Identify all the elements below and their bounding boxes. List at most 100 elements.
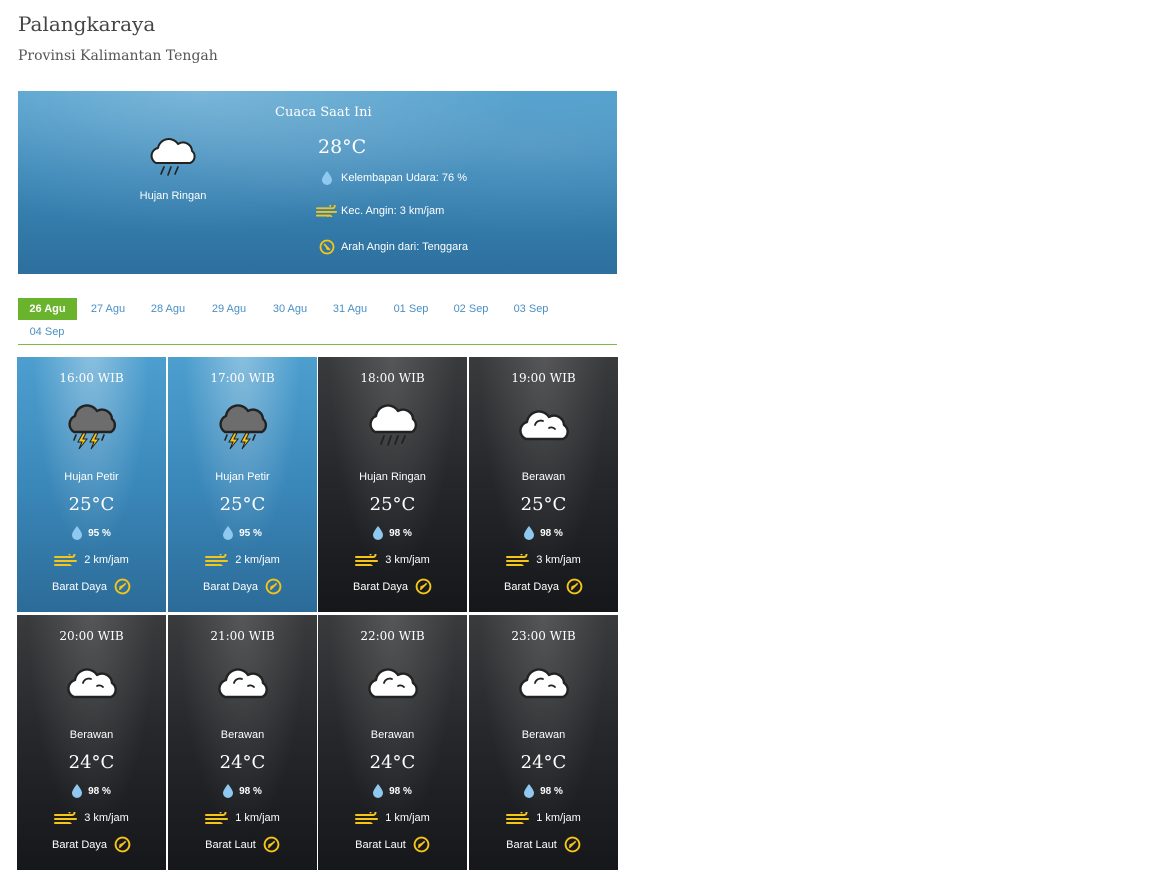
forecast-wind-direction: Barat Daya (503, 580, 560, 593)
forecast-humidity-row: 98 % (469, 526, 618, 540)
compass-direction-icon (413, 836, 430, 853)
forecast-condition: Berawan (370, 729, 415, 741)
forecast-condition: Berawan (521, 729, 566, 741)
wind-icon (316, 205, 338, 217)
forecast-condition: Berawan (69, 729, 114, 741)
forecast-direction-row: Barat Laut (168, 836, 317, 853)
tab-04-sep[interactable]: 04 Sep (18, 321, 76, 343)
forecast-direction-row: Barat Daya (469, 578, 618, 595)
forecast-temperature: 24°C (219, 752, 266, 773)
tab-31-agu[interactable]: 31 Agu (321, 298, 379, 320)
water-drop-icon (316, 171, 338, 185)
forecast-card-2300: 23:00 WIB Berawan 24°C 98 % 1 km/jam Bar… (469, 615, 618, 870)
forecast-time: 21:00 WIB (210, 629, 275, 643)
wind-icon (506, 554, 530, 566)
forecast-card-1800: 18:00 WIB Hujan Ringan 25°C 98 % 3 km/ja… (318, 357, 467, 612)
water-drop-icon (223, 784, 234, 798)
forecast-wind-row: 1 km/jam (318, 812, 467, 824)
forecast-condition: Hujan Ringan (359, 471, 426, 483)
current-weather-label: Cuaca Saat Ini (275, 105, 372, 120)
water-drop-icon (524, 784, 535, 798)
forecast-temperature: 25°C (219, 494, 266, 515)
tab-26-agu[interactable]: 26 Agu (18, 298, 77, 320)
hourly-forecast-grid: 16:00 WIB Hujan Petir 25°C 95 % 2 km/jam… (17, 357, 619, 871)
compass-direction-icon (265, 578, 282, 595)
water-drop-icon (524, 526, 535, 540)
current-wind-speed: Kec. Angin: 3 km/jam (341, 205, 445, 217)
forecast-wind-speed: 3 km/jam (84, 812, 129, 824)
forecast-wind-direction: Barat Daya (51, 580, 108, 593)
wind-icon (355, 812, 379, 824)
tab-30-agu[interactable]: 30 Agu (261, 298, 319, 320)
current-weather-panel: Cuaca Saat Ini Hujan Ringan 28°C Kelemba… (18, 91, 617, 274)
forecast-wind-row: 3 km/jam (17, 812, 166, 824)
forecast-wind-row: 1 km/jam (168, 812, 317, 824)
thunderstorm-icon (63, 401, 119, 451)
forecast-wind-direction: Barat Laut (506, 838, 557, 851)
tab-27-agu[interactable]: 27 Agu (79, 298, 137, 320)
forecast-direction-row: Barat Laut (469, 836, 618, 853)
compass-direction-icon (566, 578, 583, 595)
forecast-humidity: 98 % (239, 785, 262, 797)
cloud-rain-icon (144, 133, 200, 181)
forecast-humidity: 98 % (389, 785, 412, 797)
forecast-wind-direction: Barat Laut (205, 838, 256, 851)
forecast-temperature: 25°C (369, 494, 416, 515)
forecast-humidity-row: 98 % (168, 784, 317, 798)
forecast-card-1600: 16:00 WIB Hujan Petir 25°C 95 % 2 km/jam… (17, 357, 166, 612)
wind-icon (205, 554, 229, 566)
compass-direction-icon (114, 578, 131, 595)
forecast-condition: Hujan Petir (215, 471, 270, 483)
wind-icon (205, 812, 229, 824)
tab-01-sep[interactable]: 01 Sep (382, 298, 440, 320)
cloud-icon (515, 659, 571, 709)
thunderstorm-icon (214, 401, 270, 451)
forecast-direction-row: Barat Daya (17, 836, 166, 853)
forecast-temperature: 25°C (520, 494, 567, 515)
forecast-time: 18:00 WIB (360, 371, 425, 385)
forecast-humidity-row: 98 % (469, 784, 618, 798)
cloud-rain-icon (364, 401, 420, 451)
current-condition: Hujan Ringan (139, 190, 207, 202)
forecast-humidity-row: 95 % (17, 526, 166, 540)
forecast-wind-row: 3 km/jam (318, 554, 467, 566)
forecast-wind-row: 3 km/jam (469, 554, 618, 566)
forecast-card-2000: 20:00 WIB Berawan 24°C 98 % 3 km/jam Bar… (17, 615, 166, 870)
forecast-humidity: 98 % (389, 527, 412, 539)
city-title: Palangkaraya (18, 12, 156, 36)
tab-03-sep[interactable]: 03 Sep (502, 298, 560, 320)
water-drop-icon (373, 784, 384, 798)
tab-29-agu[interactable]: 29 Agu (200, 298, 258, 320)
cloud-icon (515, 401, 571, 451)
forecast-humidity-row: 98 % (318, 526, 467, 540)
forecast-time: 23:00 WIB (511, 629, 576, 643)
cloud-icon (63, 659, 119, 709)
water-drop-icon (223, 526, 234, 540)
forecast-temperature: 25°C (68, 494, 115, 515)
forecast-wind-speed: 1 km/jam (235, 812, 280, 824)
tab-02-sep[interactable]: 02 Sep (442, 298, 500, 320)
wind-icon (54, 812, 78, 824)
forecast-wind-row: 2 km/jam (168, 554, 317, 566)
forecast-wind-speed: 3 km/jam (385, 554, 430, 566)
forecast-wind-direction: Barat Daya (202, 580, 259, 593)
forecast-card-1700: 17:00 WIB Hujan Petir 25°C 95 % 2 km/jam… (168, 357, 317, 612)
forecast-humidity-row: 98 % (318, 784, 467, 798)
current-humidity-row: Kelembapan Udara: 76 % (316, 171, 467, 185)
forecast-card-1900: 19:00 WIB Berawan 25°C 98 % 3 km/jam Bar… (469, 357, 618, 612)
forecast-direction-row: Barat Daya (168, 578, 317, 595)
forecast-wind-speed: 2 km/jam (235, 554, 280, 566)
forecast-wind-direction: Barat Daya (51, 838, 108, 851)
forecast-wind-direction: Barat Laut (355, 838, 406, 851)
forecast-temperature: 24°C (68, 752, 115, 773)
forecast-humidity: 98 % (88, 785, 111, 797)
wind-icon (355, 554, 379, 566)
compass-direction-icon (415, 578, 432, 595)
forecast-humidity: 98 % (540, 527, 563, 539)
tab-28-agu[interactable]: 28 Agu (139, 298, 197, 320)
current-direction-row: Arah Angin dari: Tenggara (316, 239, 468, 255)
forecast-condition: Berawan (220, 729, 265, 741)
forecast-condition: Hujan Petir (64, 471, 119, 483)
forecast-direction-row: Barat Daya (318, 578, 467, 595)
forecast-wind-row: 1 km/jam (469, 812, 618, 824)
